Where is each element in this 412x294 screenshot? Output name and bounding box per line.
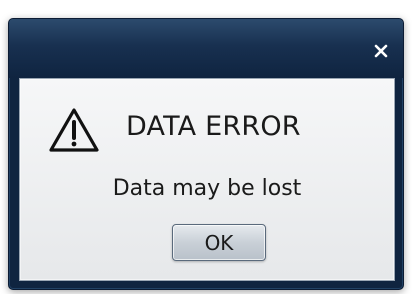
error-title: DATA ERROR: [126, 111, 301, 142]
close-icon: [374, 44, 388, 58]
error-dialog: DATA ERROR Data may be lost OK: [8, 18, 404, 290]
close-button[interactable]: [369, 39, 393, 63]
warning-triangle-icon: [48, 107, 100, 153]
dialog-titlebar[interactable]: [9, 19, 403, 78]
error-message: Data may be lost: [112, 176, 302, 201]
ok-button[interactable]: OK: [172, 224, 266, 261]
dialog-body: DATA ERROR Data may be lost OK: [19, 78, 395, 281]
